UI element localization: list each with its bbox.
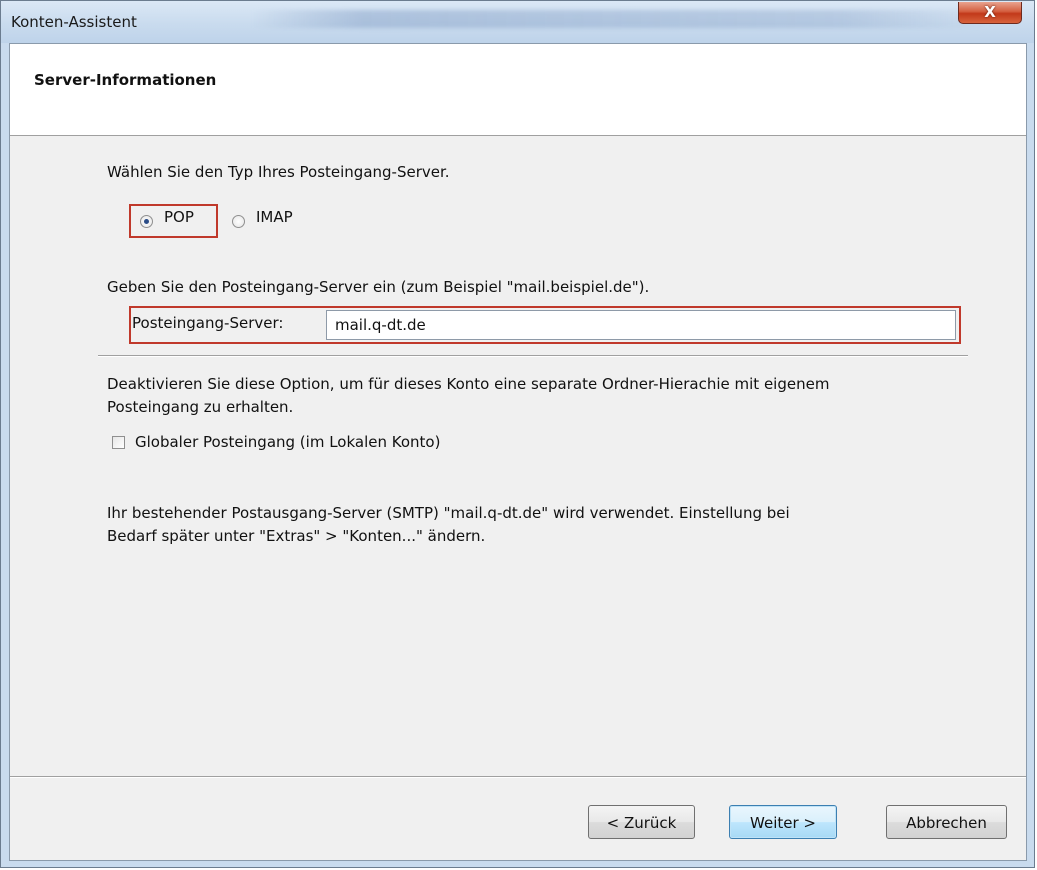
back-button[interactable]: < Zurück (588, 805, 695, 839)
server-type-prompt: Wählen Sie den Typ Ihres Posteingang-Ser… (107, 163, 450, 181)
pop-radio[interactable] (140, 215, 153, 228)
cancel-button[interactable]: Abbrechen (886, 805, 1007, 839)
footer-divider (10, 776, 1026, 778)
next-button[interactable]: Weiter > (729, 805, 837, 839)
global-inbox-description-line2: Posteingang zu erhalten. (107, 398, 294, 416)
window-title: Konten-Assistent (11, 13, 137, 31)
global-inbox-description-line1: Deaktivieren Sie diese Option, um für di… (107, 375, 830, 393)
incoming-server-input[interactable] (326, 310, 956, 340)
wizard-window: Konten-Assistent X Server-Informationen … (0, 0, 1035, 868)
title-bar-background (251, 10, 991, 28)
incoming-server-label: Posteingang-Server: (132, 314, 284, 332)
wizard-client-area: Server-Informationen Wählen Sie den Typ … (9, 43, 1027, 861)
close-button[interactable]: X (958, 2, 1022, 24)
imap-radio-label[interactable]: IMAP (256, 208, 293, 226)
page-title: Server-Informationen (34, 71, 217, 89)
smtp-note-line1: Ihr bestehender Postausgang-Server (SMTP… (107, 504, 790, 522)
wizard-header: Server-Informationen (10, 44, 1026, 136)
close-icon: X (984, 3, 996, 21)
title-bar[interactable]: Konten-Assistent X (1, 1, 1034, 43)
global-inbox-checkbox-label[interactable]: Globaler Posteingang (im Lokalen Konto) (135, 431, 440, 453)
incoming-server-prompt: Geben Sie den Posteingang-Server ein (zu… (107, 278, 650, 296)
section-divider (98, 355, 968, 357)
pop-radio-label[interactable]: POP (164, 208, 194, 226)
imap-radio[interactable] (232, 215, 245, 228)
smtp-note-line2: Bedarf später unter "Extras" > "Konten..… (107, 527, 486, 545)
global-inbox-checkbox[interactable] (112, 436, 125, 449)
